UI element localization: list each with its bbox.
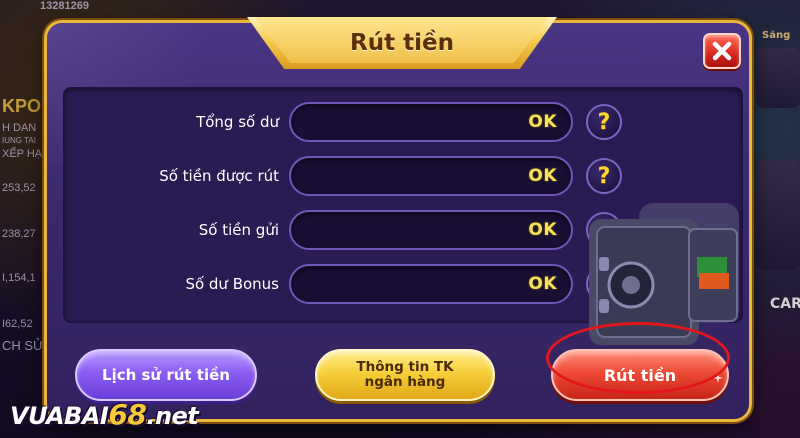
total-balance-field: OK (289, 102, 573, 142)
row-label: Số tiền gửi (198, 221, 279, 239)
row-label: Số dư Bonus (185, 275, 279, 293)
bg-left-text-8: CH SỬ (2, 338, 45, 353)
row-value: OK (528, 220, 557, 240)
history-button-label: Lịch sử rút tiền (102, 366, 230, 384)
safe-vault-icon (589, 203, 739, 345)
bg-left-text-7: I62,52 (2, 318, 33, 330)
bank-button-line2: ngân hàng (364, 374, 446, 390)
dialog-title-tab: Rút tiền (247, 17, 557, 69)
watermark-part2: 68 (108, 398, 147, 431)
withdrawable-field: OK (289, 156, 573, 196)
withdraw-button[interactable]: Rút tiền (551, 349, 729, 401)
bg-top-number: 13281269 (40, 0, 89, 12)
help-button-total-balance[interactable]: ? (586, 104, 622, 140)
bg-right-tile (756, 48, 800, 108)
watermark-part1: VUABAI (10, 402, 109, 430)
bank-info-button[interactable]: Thông tin TK ngân hàng (315, 349, 495, 401)
bg-right-text-1: CAR (770, 296, 800, 312)
close-button[interactable] (703, 33, 741, 69)
question-mark-icon: ? (597, 163, 611, 189)
row-value: OK (528, 274, 557, 294)
bank-button-text: Thông tin TK ngân hàng (356, 360, 453, 390)
bg-right-tile-2 (756, 160, 800, 270)
row-total-balance: Tổng số dư OK ? (64, 102, 704, 142)
close-x-icon (712, 41, 732, 61)
bg-left-text-4: 253,52 (2, 182, 36, 194)
bg-left-text-2: IUNG TAI (2, 136, 36, 145)
row-withdrawable: Số tiền được rút OK ? (64, 156, 704, 196)
bg-right-text-0: Săng (762, 30, 791, 41)
bonus-field: OK (289, 264, 573, 304)
site-watermark: VUABAI 68 .net (10, 398, 199, 431)
bg-left-text-1: H DAN (2, 122, 37, 134)
bg-left-text-0: KPO (2, 96, 42, 116)
bg-left-text-3: XẾP HẠ (2, 148, 43, 160)
bank-button-line1: Thông tin TK (356, 359, 454, 375)
withdraw-dialog: Rút tiền Tổng số dư OK ? Số tiền được rú… (44, 17, 752, 422)
bg-left-text-6: I,154,1 (2, 272, 36, 284)
withdraw-button-label: Rút tiền (603, 365, 677, 385)
help-button-withdrawable[interactable]: ? (586, 158, 622, 194)
watermark-part3: .net (146, 402, 199, 430)
withdraw-history-button[interactable]: Lịch sử rút tiền (75, 349, 257, 401)
dialog-title: Rút tiền (350, 30, 454, 56)
row-value: OK (528, 112, 557, 132)
row-label: Tổng số dư (196, 113, 279, 131)
bg-left-text-5: 238,27 (2, 228, 36, 240)
deposit-field: OK (289, 210, 573, 250)
row-value: OK (528, 166, 557, 186)
row-label: Số tiền được rút (159, 167, 279, 185)
question-mark-icon: ? (597, 109, 611, 135)
